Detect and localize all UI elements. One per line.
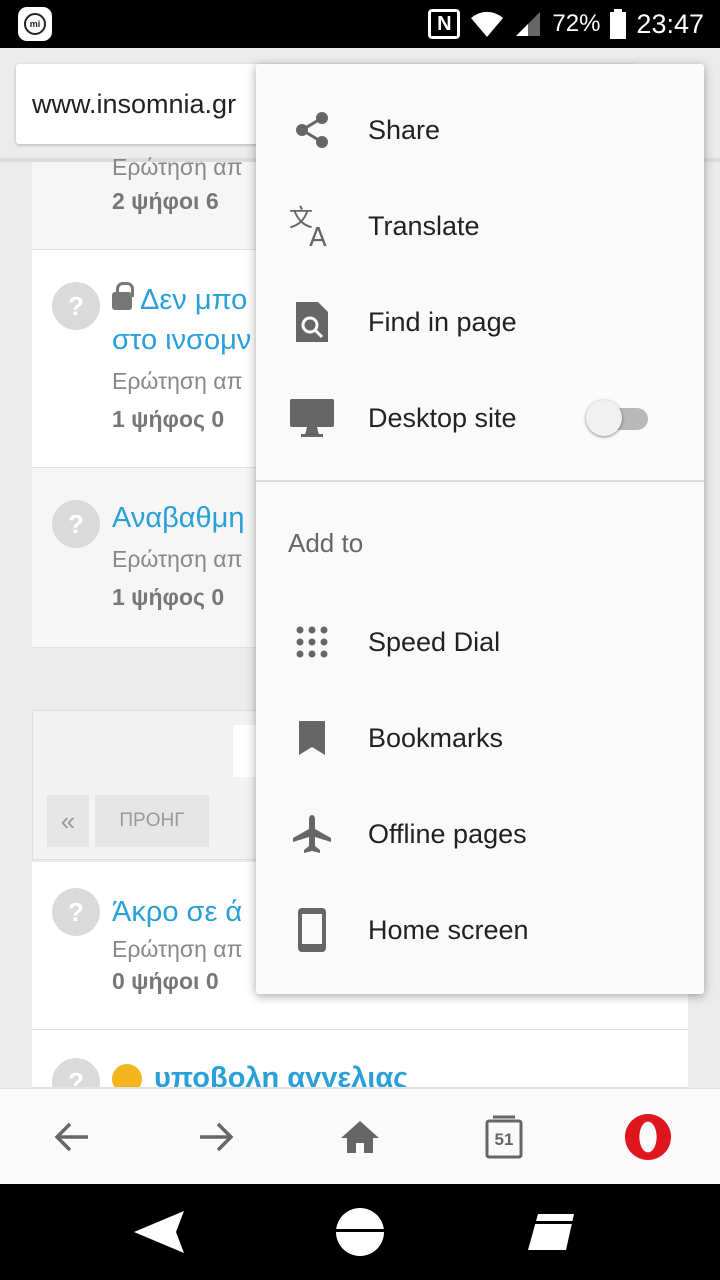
menu-item-desktop-site[interactable]: Desktop site — [256, 370, 704, 466]
menu-item-label: Home screen — [368, 914, 529, 945]
menu-item-label: Speed Dial — [368, 626, 501, 657]
menu-divider — [256, 480, 704, 482]
opera-logo-icon — [624, 1113, 672, 1161]
question-meta: 0 ψήφοι 0 — [112, 968, 219, 994]
question-author: Ερώτηση απ — [112, 368, 243, 394]
home-circle-icon — [336, 1208, 384, 1256]
battery-icon — [610, 9, 627, 39]
tabs-button[interactable]: 51 — [480, 1113, 528, 1161]
wifi-icon — [471, 11, 504, 38]
browser-bottom-toolbar: 51 — [0, 1088, 720, 1184]
question-author: Ερώτηση απ — [112, 154, 243, 180]
question-meta: 2 ψήφοι 6 — [112, 188, 219, 214]
question-meta: 1 ψήφος 0 — [112, 584, 225, 610]
desktop-site-toggle[interactable] — [586, 400, 648, 436]
translate-icon: 文 A — [288, 202, 336, 250]
menu-item-speed-dial[interactable]: Speed Dial — [256, 594, 704, 690]
question-meta: 1 ψήφος 0 — [112, 406, 225, 432]
menu-item-find-in-page[interactable]: Find in page — [256, 274, 704, 370]
question-icon: ? — [52, 1058, 100, 1087]
lock-icon — [112, 282, 134, 311]
menu-item-label: Desktop site — [368, 402, 517, 433]
svg-text:A: A — [309, 223, 327, 248]
opera-menu-button[interactable] — [624, 1113, 672, 1161]
system-nav-bar — [0, 1184, 720, 1280]
question-icon: ? — [52, 500, 100, 548]
forward-button[interactable] — [192, 1113, 240, 1161]
question-title[interactable]: υποβολη αγγελιας — [112, 1058, 408, 1087]
url-text: www.insomnia.gr — [32, 88, 237, 119]
menu-section-title: Add to — [288, 528, 364, 558]
menu-item-offline-pages[interactable]: Offline pages — [256, 786, 704, 882]
system-home-button[interactable] — [333, 1208, 387, 1256]
signal-icon — [516, 12, 541, 36]
menu-item-translate[interactable]: 文 A Translate — [256, 178, 704, 274]
status-bar: mi N 72% 23:47 — [0, 0, 720, 48]
menu-item-label: Translate — [368, 210, 480, 241]
recents-icon — [528, 1214, 574, 1250]
back-triangle-icon — [134, 1211, 184, 1253]
overflow-menu: Share 文 A Translate Find in page Desktop… — [256, 64, 704, 994]
menu-item-bookmarks[interactable]: Bookmarks — [256, 690, 704, 786]
airplane-icon — [288, 810, 336, 858]
question-icon: ? — [52, 888, 100, 936]
home-icon — [341, 1121, 379, 1153]
menu-item-home-screen[interactable]: Home screen — [256, 882, 704, 978]
nfc-icon: N — [428, 9, 461, 39]
find-in-page-icon — [288, 298, 336, 346]
status-dot-icon — [112, 1064, 142, 1087]
menu-item-label: Bookmarks — [368, 722, 504, 753]
question-icon: ? — [52, 282, 100, 330]
battery-percent: 72% — [552, 10, 601, 37]
menu-item-label: Share — [368, 114, 441, 145]
system-recents-button[interactable] — [524, 1208, 578, 1256]
arrow-left-icon — [54, 1122, 88, 1152]
desktop-icon — [288, 394, 336, 442]
menu-item-label: Find in page — [368, 306, 517, 337]
speed-dial-icon — [288, 618, 336, 666]
question-title[interactable]: Αναβαθμη — [112, 498, 245, 538]
menu-item-label: Offline pages — [368, 818, 527, 849]
question-title[interactable]: Δεν μπο — [112, 280, 247, 320]
question-title-line2[interactable]: στο ινσομν — [112, 320, 251, 360]
tab-count: 51 — [494, 1130, 514, 1149]
bookmark-icon — [288, 714, 336, 762]
list-item[interactable]: ? υποβολη αγγελιας — [32, 1030, 688, 1088]
arrow-right-icon — [200, 1122, 234, 1152]
system-back-button[interactable] — [132, 1208, 186, 1256]
menu-item-share[interactable]: Share — [256, 82, 704, 178]
clock: 23:47 — [636, 8, 704, 39]
previous-page-button[interactable]: ΠΡΟΗΓ — [95, 795, 209, 847]
back-button[interactable] — [48, 1113, 96, 1161]
mi-app-icon: mi — [18, 7, 52, 41]
home-button[interactable] — [336, 1113, 384, 1161]
first-page-button[interactable]: « — [47, 795, 89, 847]
share-icon — [288, 106, 336, 154]
question-author: Ερώτηση απ — [112, 936, 243, 962]
phone-icon — [288, 906, 336, 954]
question-title[interactable]: Άκρο σε ά — [112, 892, 242, 932]
question-author: Ερώτηση απ — [112, 546, 243, 572]
